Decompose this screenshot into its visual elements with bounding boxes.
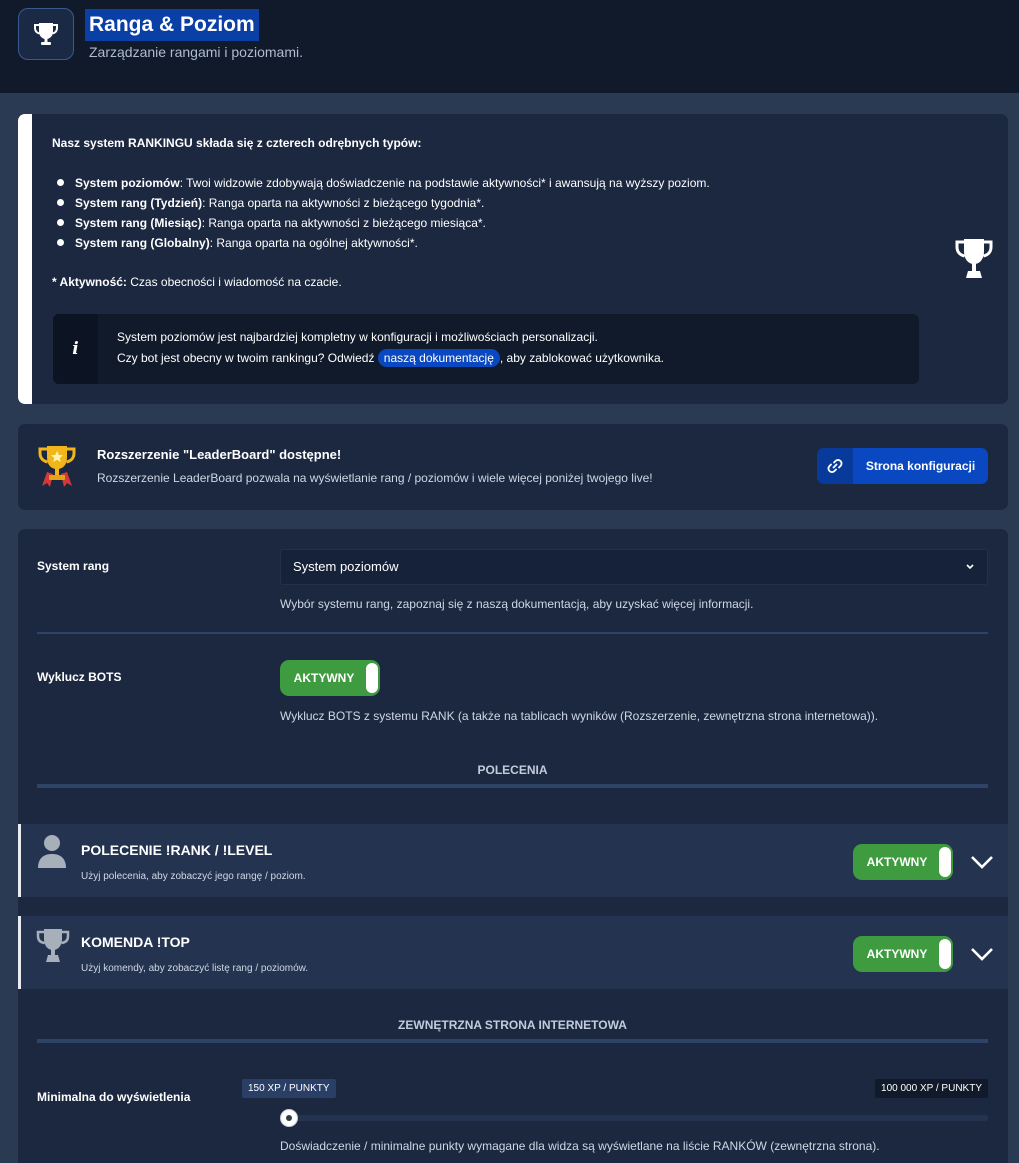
info-callout-line: System poziomów jest najbardziej komplet…: [117, 330, 598, 344]
min-display-label: Minimalna do wyświetlenia: [37, 1090, 191, 1104]
trophy-icon: [18, 8, 74, 60]
exclude-bots-label: Wyklucz BOTS: [37, 670, 122, 684]
gold-trophy-icon: [36, 442, 78, 493]
divider: [37, 632, 988, 634]
info-callout-text-before: Czy bot jest obecny w twoim rankingu? Od…: [117, 351, 378, 365]
leaderboard-extension-card: Rozszerzenie "LeaderBoard" dostępne! Roz…: [18, 424, 1008, 510]
list-item-text: : Ranga oparta na ogólnej aktywności*.: [209, 236, 418, 250]
info-callout-line: Czy bot jest obecny w twoim rankingu? Od…: [117, 348, 664, 369]
slider-thumb-dot: [286, 1115, 292, 1121]
info-callout: i System poziomów jest najbardziej kompl…: [53, 314, 919, 384]
section-divider: [37, 784, 988, 788]
toggle-label: AKTYWNY: [866, 947, 928, 961]
section-divider: [37, 1039, 988, 1043]
rank-level-command-panel[interactable]: POLECENIE !RANK / !LEVEL Użyj polecenia,…: [18, 824, 1008, 897]
info-callout-text-after: , aby zablokować użytkownika.: [499, 351, 664, 365]
rank-level-command-toggle[interactable]: AKTYWNY: [853, 844, 953, 880]
toggle-label: AKTYWNY: [866, 855, 928, 869]
list-item: System rang (Globalny): Ranga oparta na …: [52, 233, 988, 253]
list-item-term: System rang (Miesiąc): [75, 216, 202, 230]
page-header: Ranga & Poziom Zarządzanie rangami i poz…: [0, 0, 1019, 93]
activity-text: Czas obecności i wiadomość na czacie.: [126, 275, 342, 289]
info-heading: Nasz system RANKINGU składa się z cztere…: [52, 136, 422, 150]
toggle-knob: [366, 663, 378, 693]
list-item-text: : Ranga oparta na aktywności z bieżącego…: [202, 196, 485, 210]
exclude-bots-help: Wyklucz BOTS z systemu RANK (a także na …: [280, 709, 879, 723]
page-subtitle: Zarządzanie rangami i poziomami.: [89, 44, 303, 60]
leaderboard-subtitle: Rozszerzenie LeaderBoard pozwala na wyśw…: [97, 471, 653, 485]
top-command-toggle[interactable]: AKTYWNY: [853, 936, 953, 972]
min-display-slider-track[interactable]: [280, 1115, 988, 1121]
list-item-text: : Ranga oparta na aktywności z bieżącego…: [201, 216, 486, 230]
info-icon: i: [53, 314, 98, 384]
rank-system-help: Wybór systemu rang, zapoznaj się z naszą…: [280, 597, 754, 611]
documentation-link[interactable]: naszą dokumentację: [377, 349, 500, 367]
configuration-page-button-label: Strona konfiguracji: [865, 459, 976, 473]
chevron-down-icon[interactable]: [970, 947, 994, 966]
list-item-term: System rang (Tydzień): [75, 196, 203, 210]
list-item: System rang (Miesiąc): Ranga oparta na a…: [52, 213, 988, 233]
rank-system-select-value: System poziomów: [293, 559, 399, 574]
exclude-bots-toggle[interactable]: AKTYWNY: [280, 660, 380, 696]
activity-term: * Aktywność:: [52, 275, 127, 289]
list-item: System rang (Tydzień): Ranga oparta na a…: [52, 193, 988, 213]
list-item-term: System rang (Globalny): [75, 236, 210, 250]
leaderboard-title: Rozszerzenie "LeaderBoard" dostępne!: [97, 447, 342, 462]
min-display-help: Doświadczenie / minimalne punkty wymagan…: [280, 1139, 880, 1153]
ranking-types-list: System poziomów: Twoi widzowie zdobywają…: [52, 173, 988, 253]
list-item-term: System poziomów: [75, 176, 180, 190]
command-subtitle: Użyj komendy, aby zobaczyć listę rang / …: [81, 963, 309, 974]
toggle-knob: [939, 939, 951, 969]
user-icon: [36, 833, 68, 874]
chevron-down-icon[interactable]: [970, 855, 994, 874]
rank-settings-card: System rang System poziomów Wybór system…: [18, 529, 1008, 1163]
trophy-icon: [954, 236, 994, 285]
rank-system-label: System rang: [37, 559, 110, 573]
commands-section-heading: POLECENIA: [477, 763, 548, 777]
activity-note: * Aktywność: Czas obecności i wiadomość …: [52, 275, 988, 289]
top-command-panel[interactable]: KOMENDA !TOP Użyj komendy, aby zobaczyć …: [18, 916, 1008, 989]
external-website-section-heading: ZEWNĘTRZNA STRONA INTERNETOWA: [398, 1018, 627, 1032]
configuration-page-button[interactable]: Strona konfiguracji: [817, 448, 988, 484]
ranking-info-card: Nasz system RANKINGU składa się z cztere…: [18, 114, 1008, 404]
command-subtitle: Użyj polecenia, aby zobaczyć jego rangę …: [81, 871, 306, 882]
chevron-down-icon: [965, 550, 975, 599]
info-callout-text: System poziomów jest najbardziej komplet…: [98, 314, 664, 384]
toggle-knob: [939, 847, 951, 877]
trophy-icon: [36, 927, 70, 968]
toggle-label: AKTYWNY: [293, 671, 355, 685]
slider-value-badge: 150 XP / PUNKTY: [242, 1079, 336, 1098]
list-item: System poziomów: Twoi widzowie zdobywają…: [52, 173, 988, 193]
page-title: Ranga & Poziom: [85, 9, 259, 41]
min-display-slider-thumb[interactable]: [280, 1109, 298, 1127]
command-title: KOMENDA !TOP: [81, 934, 190, 950]
list-item-text: : Twoi widzowie zdobywają doświadczenie …: [179, 176, 710, 190]
command-title: POLECENIE !RANK / !LEVEL: [81, 842, 273, 858]
slider-max-badge: 100 000 XP / PUNKTY: [875, 1079, 988, 1098]
rank-system-select[interactable]: System poziomów: [280, 549, 988, 585]
link-icon: [817, 448, 853, 484]
